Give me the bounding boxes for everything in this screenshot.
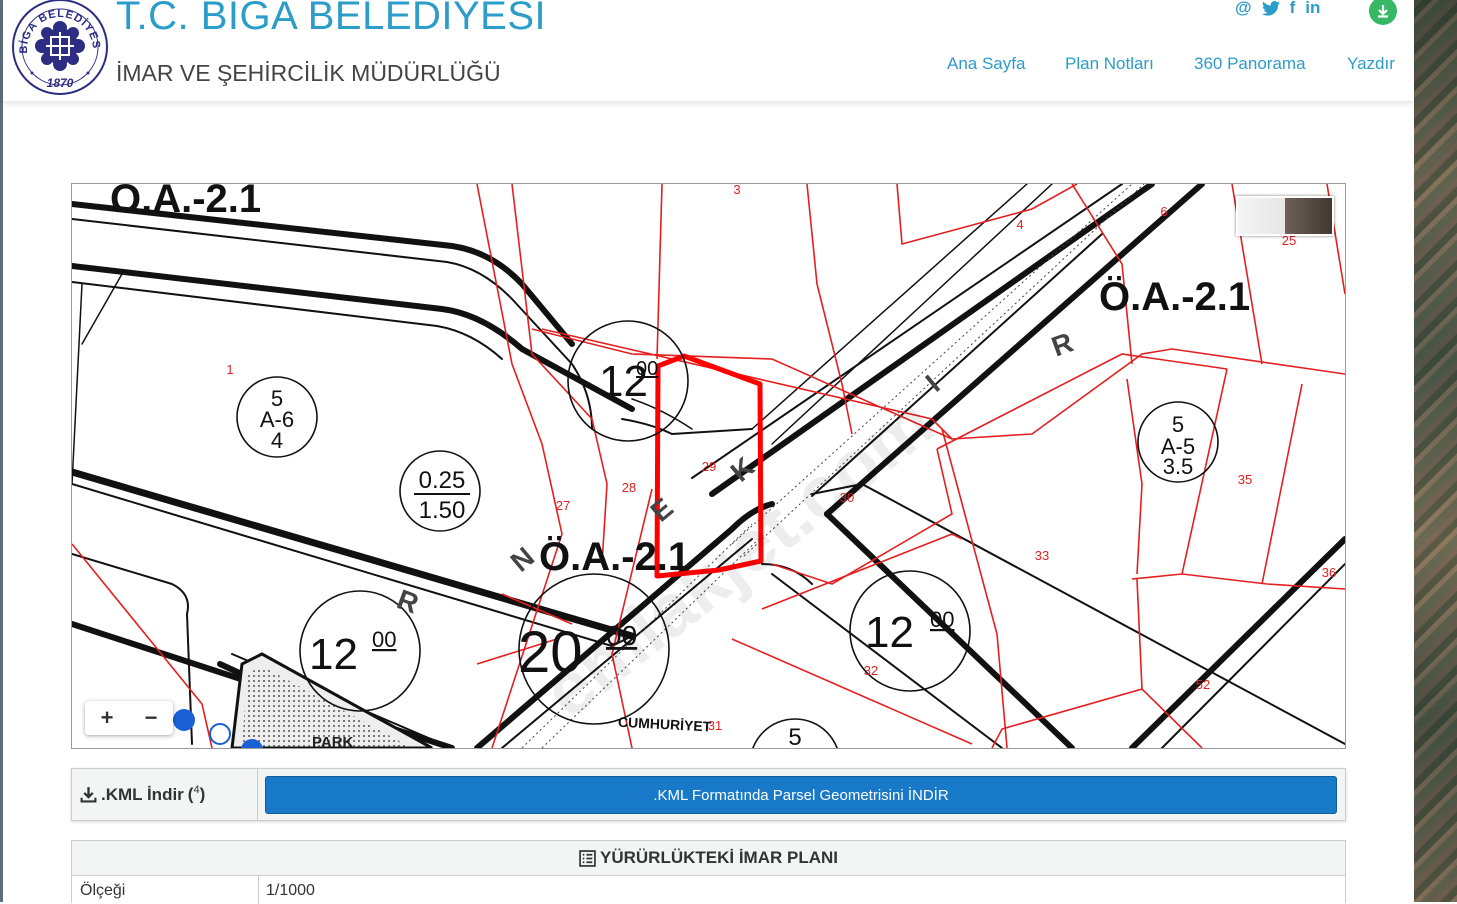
parcel-number: 1 — [226, 362, 233, 377]
nav-yazdir[interactable]: Yazdır — [1347, 54, 1395, 74]
biga-belediyesi-logo[interactable]: BİGA BELEDİYESİ 1870 — [10, 0, 110, 96]
kml-download-button[interactable]: .KML Formatında Parsel Geometrisini İNDİ… — [265, 776, 1337, 814]
park-label: PARK — [312, 734, 354, 748]
logo-year: 1870 — [47, 76, 74, 90]
twitter-icon[interactable] — [1261, 0, 1280, 16]
circle-label: 5 — [788, 724, 801, 748]
zoom-in-button[interactable]: + — [85, 701, 129, 735]
page-edge-left — [0, 0, 3, 902]
road-width-sup: 00 — [930, 607, 954, 632]
parcel-number: 27 — [556, 498, 570, 513]
parcel-number: 35 — [1238, 472, 1252, 487]
road-width: 12 — [865, 608, 914, 657]
fraction-top: 0.25 — [419, 467, 466, 494]
kml-label-text: .KML İndir — [101, 784, 184, 804]
kml-count-close: ) — [199, 784, 206, 804]
plan-table-title: YÜRÜRLÜKTEKİ İMAR PLANI — [600, 848, 838, 867]
parcel-number: 29 — [702, 459, 716, 474]
kml-download-row: .KML İndir (4) .KML Formatında Parsel Ge… — [71, 768, 1346, 821]
parcel-number: 3 — [733, 184, 740, 197]
download-icon[interactable] — [1369, 0, 1397, 25]
kml-count-wrapper: (4) — [188, 784, 205, 805]
parcel-number: 6 — [1160, 204, 1167, 219]
parcel-number: 52 — [1196, 677, 1210, 692]
table-row: Ölçeği 1/1000 — [72, 876, 1345, 904]
parcel-number: 32 — [864, 663, 878, 678]
site-title[interactable]: T.C. BIGA BELEDIYESI — [116, 0, 546, 39]
road-width-sup: 00 — [372, 627, 396, 652]
fraction-bottom: 3.5 — [1163, 454, 1194, 479]
nav-360-panorama[interactable]: 360 Panorama — [1194, 54, 1306, 74]
table-key: Ölçeği — [80, 882, 126, 899]
background-satellite-strip — [1414, 0, 1457, 902]
layer-switcher-thumbnail[interactable] — [1236, 196, 1334, 236]
parcel-number: 4 — [1016, 217, 1023, 232]
fraction-bottom: 4 — [271, 428, 283, 453]
parcel-number: 36 — [1322, 565, 1336, 580]
kml-label: .KML İndir (4) — [72, 769, 258, 820]
road-width-sup: 00 — [636, 358, 658, 380]
site-header: BİGA BELEDİYESİ 1870 T.C. BIGA BELEDIYES… — [3, 0, 1414, 101]
social-links: @ f in — [1235, 0, 1320, 20]
site-subtitle: İMAR VE ŞEHİRCİLİK MÜDÜRLÜĞÜ — [116, 60, 501, 86]
road-width: 12 — [309, 630, 358, 679]
download-icon — [80, 787, 97, 803]
plan-table-header: YÜRÜRLÜKTEKİ İMAR PLANI — [72, 841, 1345, 876]
zone-label-1: Ö.A.-2.1 — [110, 184, 261, 221]
linkedin-icon[interactable]: in — [1305, 0, 1320, 18]
list-icon — [579, 849, 596, 867]
nav-plan-notlari[interactable]: Plan Notları — [1065, 54, 1154, 74]
parcel-number: 28 — [622, 480, 636, 495]
zoning-map[interactable]: PARK Ö.A.-2.1 Ö.A.-2.1 Ö.A.-2.1 12 00 12… — [71, 183, 1346, 749]
parcel-number: 33 — [1035, 548, 1049, 563]
zoning-plan-table: YÜRÜRLÜKTEKİ İMAR PLANI Ölçeği 1/1000 — [71, 840, 1346, 904]
fraction-bottom: 1.50 — [419, 497, 466, 524]
zoom-out-button[interactable]: − — [129, 701, 173, 735]
at-icon[interactable]: @ — [1235, 0, 1252, 18]
facebook-icon[interactable]: f — [1290, 0, 1296, 18]
zone-label-2: Ö.A.-2.1 — [1099, 274, 1250, 319]
zoom-control: + − — [85, 701, 173, 735]
nav-ana-sayfa[interactable]: Ana Sayfa — [947, 54, 1025, 74]
table-value: 1/1000 — [266, 882, 315, 899]
